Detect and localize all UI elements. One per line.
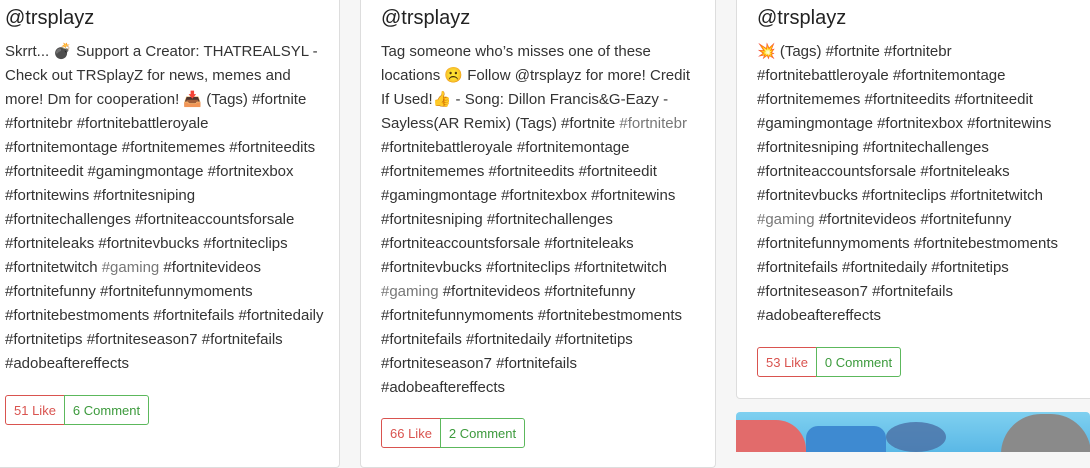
post-caption: Tag someone who’s misses one of these lo… xyxy=(381,40,691,400)
caption-hashtag[interactable]: #gaming xyxy=(757,211,815,228)
like-button[interactable]: 66 Like xyxy=(381,418,441,448)
thumbnail-shape xyxy=(886,422,946,452)
comment-button[interactable]: 2 Comment xyxy=(439,418,526,448)
like-button[interactable]: 51 Like xyxy=(5,395,65,425)
caption-text: Skrrt... 💣 Support a Creator: THATREALSY… xyxy=(5,43,318,276)
like-button[interactable]: 53 Like xyxy=(757,347,817,377)
post-caption: Skrrt... 💣 Support a Creator: THATREALSY… xyxy=(5,40,325,376)
post-username[interactable]: @trsplayz xyxy=(5,8,325,28)
post-card: @trsplayz Tag someone who’s misses one o… xyxy=(360,0,716,468)
post-card: @trsplayz 💥 (Tags) #fortnite #fortnitebr… xyxy=(736,0,1090,399)
caption-hashtag[interactable]: #gaming xyxy=(102,259,160,276)
thumbnail-shape xyxy=(1001,414,1090,452)
post-caption: 💥 (Tags) #fortnite #fortnitebr #fortnite… xyxy=(757,40,1072,328)
comment-button[interactable]: 0 Comment xyxy=(815,347,902,377)
post-thumbnail[interactable] xyxy=(736,412,1090,452)
post-actions: 51 Like 6 Comment xyxy=(5,395,150,425)
post-actions: 53 Like 0 Comment xyxy=(757,347,902,377)
caption-hashtag[interactable]: #gaming xyxy=(381,283,439,300)
post-actions: 66 Like 2 Comment xyxy=(381,418,526,448)
caption-text: #fortnitebattleroyale #fortnitemontage #… xyxy=(381,139,676,276)
caption-hashtag[interactable]: #fortnitebr xyxy=(619,115,687,132)
comment-button[interactable]: 6 Comment xyxy=(63,395,150,425)
caption-text: 💥 (Tags) #fortnite #fortnitebr #fortnite… xyxy=(757,43,1052,204)
post-username[interactable]: @trsplayz xyxy=(381,8,691,28)
thumbnail-shape xyxy=(736,420,806,452)
thumbnail-shape xyxy=(806,426,886,452)
post-card: @trsplayz Skrrt... 💣 Support a Creator: … xyxy=(0,0,340,468)
post-username[interactable]: @trsplayz xyxy=(757,8,1072,28)
